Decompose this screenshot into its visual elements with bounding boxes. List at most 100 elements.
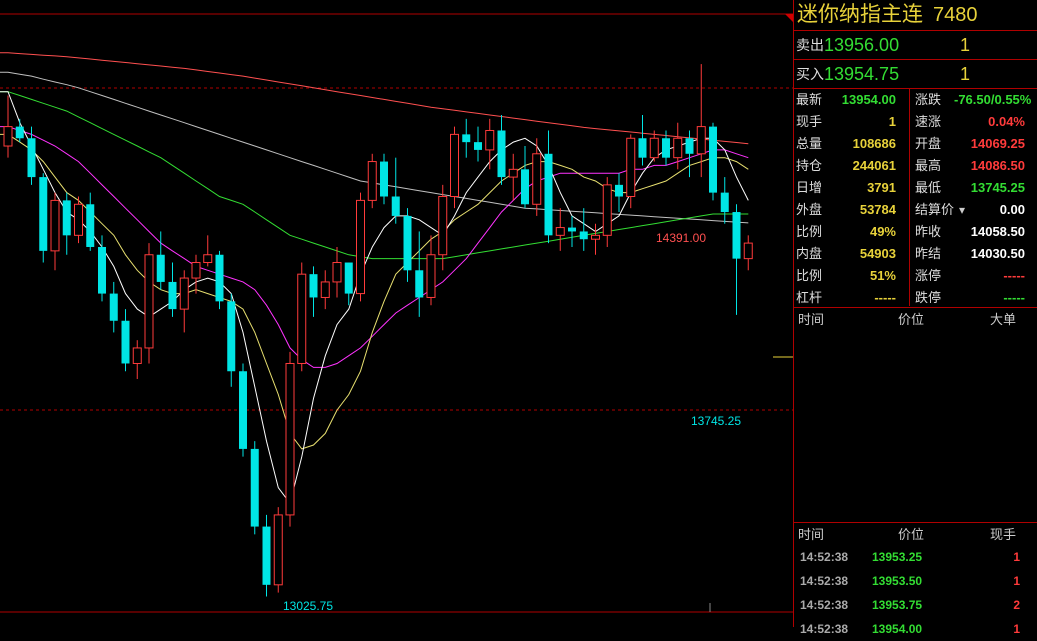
stat-value: ----- — [1003, 290, 1025, 305]
candle-body — [521, 169, 529, 205]
stat-label: 最新 — [796, 92, 823, 107]
candle-body — [191, 262, 201, 279]
candle-body — [720, 192, 729, 213]
stat-label: 持仓 — [796, 158, 823, 173]
instrument-name: 迷你纳指主连 — [797, 3, 923, 26]
stat-value: 14086.50 — [970, 158, 1025, 173]
stat-value: 0.04% — [988, 114, 1025, 129]
ticks-vol-header: 现手 — [990, 527, 1017, 542]
stat-value: ----- — [1003, 268, 1025, 283]
candle-body — [332, 262, 342, 283]
candle-body — [109, 293, 118, 321]
candle-body — [485, 129, 495, 151]
stats-grid: 最新 13954.00 涨跌 -76.50/0.55% 现手 1 速涨 0.04% 总量 1086… — [794, 89, 1037, 309]
ticks-header: 时间 价位 现手 — [794, 524, 1037, 546]
candle-body — [50, 199, 60, 252]
candle-body — [203, 254, 213, 264]
stat-value: 14058.50 — [970, 224, 1025, 239]
tick-price: 13953.50 — [872, 574, 923, 588]
stat-value: 1 — [888, 114, 896, 129]
candle-body — [732, 212, 741, 259]
bigorder-big-header: 大单 — [990, 312, 1017, 327]
stat-label: 涨跌 — [915, 92, 942, 107]
tick-row[interactable]: 14:52:38 13953.25 1 — [794, 545, 1037, 569]
stat-label: 总量 — [796, 136, 823, 151]
tick-row[interactable]: 14:52:38 13954.00 1 — [794, 617, 1037, 641]
stat-row: 外盘 53784 结算价 ▾ 0.00 — [794, 199, 1037, 221]
instrument-title: 迷你纳指主连 7480 — [794, 0, 1037, 31]
stat-label: 日增 — [796, 180, 823, 195]
candle-body — [132, 347, 142, 364]
tick-time: 14:52:38 — [800, 598, 849, 612]
tick-volume: 2 — [1013, 598, 1020, 612]
stat-label: 涨停 — [915, 268, 942, 283]
stat-label: 跌停 — [915, 290, 942, 305]
candle-body — [415, 270, 424, 298]
candle-body — [98, 246, 106, 294]
candle-body — [391, 196, 400, 216]
candle-body — [262, 526, 271, 585]
candle-body — [649, 137, 659, 159]
candle-body — [508, 168, 518, 178]
candle-body — [320, 281, 330, 298]
candle-body — [568, 227, 576, 232]
candle-body — [144, 254, 154, 349]
tick-row[interactable]: 14:52:38 13953.50 1 — [794, 569, 1037, 593]
candle-body — [462, 134, 471, 143]
stat-value: 108686 — [852, 136, 896, 151]
candle-body — [168, 281, 177, 310]
tick-volume: 1 — [1013, 622, 1020, 636]
stat-row: 现手 1 速涨 0.04% — [794, 111, 1037, 133]
stat-row: 比例 49% 昨收 14058.50 — [794, 221, 1037, 243]
stat-row: 总量 108686 开盘 14069.25 — [794, 133, 1037, 155]
candle-body — [367, 161, 377, 201]
candle-body — [709, 126, 717, 193]
stat-value: 3791 — [867, 180, 896, 195]
stat-label: 杠杆 — [796, 290, 823, 305]
candle-body — [227, 301, 236, 372]
candle-body — [356, 199, 365, 295]
candle-body — [86, 204, 95, 247]
ask-price: 13956.00 — [824, 35, 900, 55]
candle-body — [438, 196, 448, 256]
stat-value: ----- — [874, 290, 896, 305]
candle-body — [450, 133, 459, 198]
stat-row: 持仓 244061 最高 14086.50 — [794, 155, 1037, 177]
candle-body — [743, 242, 753, 260]
bigorder-header: 时间 价位 大单 — [794, 309, 1037, 331]
candle-body — [497, 130, 506, 178]
bid-row[interactable]: 买入 13954.75 1 — [794, 60, 1037, 89]
kline-chart[interactable]: 14391.00 13745.25 13025.75 — [0, 0, 793, 627]
tick-row[interactable]: 14:52:38 13953.75 2 — [794, 593, 1037, 617]
candle-body — [15, 126, 24, 139]
candle-body — [215, 254, 224, 302]
candle-body — [239, 371, 247, 449]
ticks-time-header: 时间 — [798, 527, 825, 542]
candle-body — [297, 273, 307, 364]
stat-label: 昨收 — [915, 224, 942, 239]
candle-body — [426, 254, 436, 298]
candle-body — [615, 184, 623, 197]
quote-panel: 迷你纳指主连 7480 卖出 13956.00 1 买入 13954.75 1 最… — [793, 0, 1037, 636]
stat-row: 杠杆 ----- 跌停 ----- — [794, 287, 1037, 309]
stat-value: 13745.25 — [970, 180, 1025, 195]
stat-label: 现手 — [796, 114, 823, 129]
stat-row: 内盘 54903 昨结 14030.50 — [794, 243, 1037, 265]
candle-body — [344, 262, 353, 294]
candle-body — [685, 138, 694, 154]
ticks-price-header: 价位 — [898, 527, 925, 542]
candle-body — [62, 200, 71, 236]
candle-body — [544, 153, 553, 236]
stat-value: 51% — [869, 268, 896, 283]
min-price-label: 13745.25 — [691, 414, 741, 428]
candle-body — [273, 514, 283, 586]
ask-volume: 1 — [960, 35, 971, 55]
ask-row[interactable]: 卖出 13956.00 1 — [794, 31, 1037, 60]
stat-row: 比例 51% 涨停 ----- — [794, 265, 1037, 287]
stat-value: 54903 — [859, 246, 896, 261]
candle-body — [474, 142, 482, 150]
candle-body — [579, 231, 588, 240]
stats-divider — [909, 88, 910, 306]
candle-body — [626, 137, 636, 198]
stat-value: 49% — [869, 224, 896, 239]
